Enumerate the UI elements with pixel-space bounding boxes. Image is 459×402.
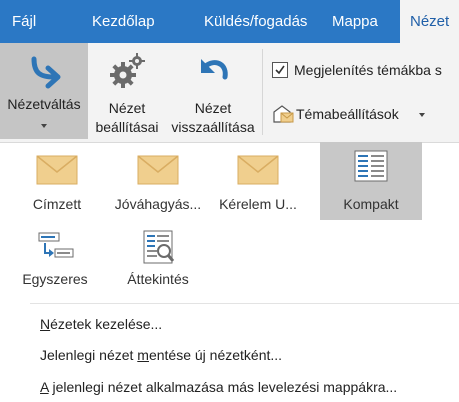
chevron-down-icon [419, 113, 425, 117]
envelope-icon [36, 155, 78, 188]
menu-text: ézetek kezelése... [50, 316, 163, 332]
preview-icon [138, 229, 178, 268]
apply-view-menu-item[interactable]: A jelenlegi nézet alkalmazása más levele… [40, 378, 397, 396]
reset-view-label-1: Nézet [194, 100, 232, 116]
view-option-label: Áttekintés [127, 271, 189, 287]
conversation-settings-label: Témabeállítások [296, 106, 399, 122]
ribbon-tab-bar: Fájl Kezdőlap Küldés/fogadás Mappa Nézet [0, 0, 459, 45]
view-option-egyszeres[interactable]: Egyszeres [13, 225, 97, 293]
conversation-settings-icon [272, 103, 294, 128]
envelope-icon [237, 155, 279, 188]
tab-send-receive[interactable]: Küldés/fogadás [204, 0, 307, 43]
checkbox-checked-icon [272, 62, 288, 78]
accelerator-key: N [40, 316, 51, 332]
show-as-conversations-label: Megjelenítés témákba s [294, 62, 442, 78]
view-option-jovahagyas[interactable]: Jóváhagyás... [112, 143, 204, 220]
tab-folder[interactable]: Mappa [332, 0, 378, 43]
envelope-icon [137, 155, 179, 188]
view-option-kompakt[interactable]: Kompakt [320, 142, 422, 220]
view-settings-label-1: Nézet [108, 100, 146, 116]
view-settings-button[interactable]: Nézet beállításai [88, 43, 166, 139]
accelerator-key: A [40, 379, 49, 395]
tab-view[interactable]: Nézet [400, 0, 459, 45]
reset-view-button[interactable]: Nézet visszaállítása [166, 43, 260, 139]
view-option-label: Egyszeres [22, 271, 88, 287]
tab-home[interactable]: Kezdőlap [92, 0, 155, 43]
single-view-icon [35, 229, 75, 268]
change-view-label: Nézetváltás [7, 96, 81, 112]
ribbon: Nézetváltás Nézet beállításai Nézet viss… [0, 43, 459, 143]
change-view-dropdown: Címzett Jóváhagyás... Kérelem U... Kompa… [0, 142, 459, 402]
view-option-label: Címzett [32, 196, 82, 212]
manage-views-menu-item[interactable]: Nézetek kezelése... [40, 315, 162, 333]
menu-text: jelenlegi nézet alkalmazása más levelezé… [48, 379, 398, 395]
view-option-label: Jóváhagyás... [114, 196, 202, 212]
gear-icon [107, 51, 147, 94]
ribbon-divider [262, 49, 263, 135]
view-option-cimzett[interactable]: Címzett [13, 143, 101, 220]
view-option-label: Kérelem U... [219, 196, 297, 212]
chevron-down-icon [41, 124, 47, 128]
view-settings-label-2: beállításai [95, 119, 159, 135]
menu-text: Jelenlegi nézet [40, 347, 138, 363]
reset-view-label-2: visszaállítása [171, 119, 255, 135]
view-option-kerelem[interactable]: Kérelem U... [210, 143, 306, 220]
save-view-menu-item[interactable]: Jelenlegi nézet mentése új nézetként... [40, 346, 282, 364]
change-view-icon [24, 51, 64, 94]
undo-arrow-icon [193, 51, 233, 94]
menu-divider [30, 303, 459, 304]
view-option-attekintes[interactable]: Áttekintés [112, 225, 204, 293]
view-option-label: Kompakt [343, 196, 399, 212]
tab-file[interactable]: Fájl [12, 0, 36, 43]
accelerator-key: m [137, 347, 149, 363]
compact-list-icon [354, 150, 388, 185]
change-view-button[interactable]: Nézetváltás [0, 43, 88, 139]
menu-text: entése új nézetként... [148, 347, 283, 363]
